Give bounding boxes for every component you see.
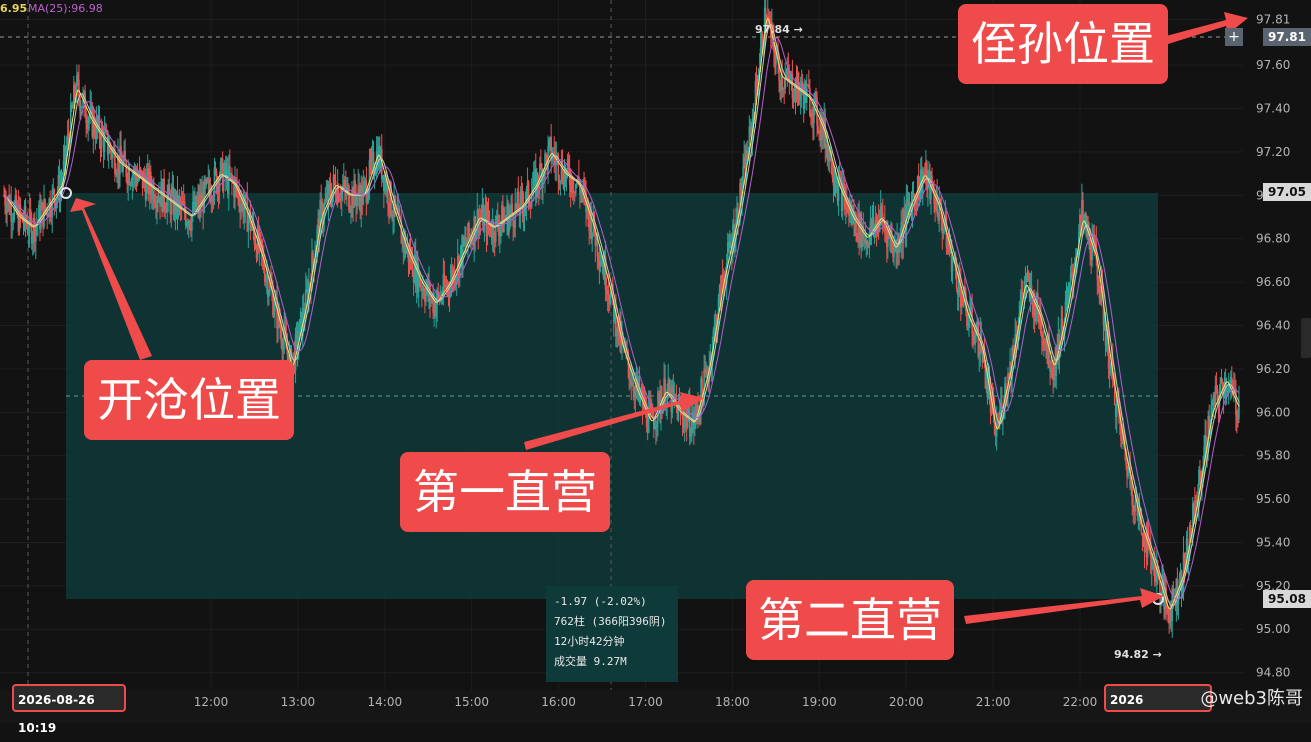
y-tick-label: 96.80 [1256, 232, 1290, 246]
candle-body [511, 203, 513, 214]
ma25-legend: MA(25):96.98 [28, 2, 103, 15]
low-price-tag: 95.08 [1263, 590, 1311, 608]
x-tick-label: 20:00 [889, 695, 924, 709]
stats-duration: 12小时42分钟 [554, 635, 625, 648]
entry-price-tag: 97.05 [1263, 183, 1311, 201]
x-tick-label: 16:00 [541, 695, 576, 709]
y-tick-label: 96.00 [1256, 405, 1290, 419]
add-alert-icon[interactable]: + [1225, 28, 1243, 46]
y-tick-label: 97.40 [1256, 101, 1290, 115]
scroll-handle[interactable] [1301, 318, 1311, 358]
end-date-box: 2026 [1104, 684, 1212, 712]
x-tick-label: 18:00 [715, 695, 750, 709]
x-tick-label: 19:00 [802, 695, 837, 709]
x-tick-label: 15:00 [454, 695, 489, 709]
y-tick-label: 96.40 [1256, 318, 1290, 332]
watermark: @web3陈哥 [1200, 688, 1303, 709]
candle-body [1134, 500, 1137, 512]
y-tick-label: 97.81 [1256, 13, 1290, 27]
prev-value: 6.95 [0, 2, 28, 15]
stop-price-tag: 97.81 [1263, 28, 1311, 46]
y-tick-label: 94.80 [1256, 666, 1290, 680]
x-tick-label: 17:00 [628, 695, 663, 709]
start-date-box: 2026-08-26 10:19 [12, 684, 126, 735]
stats-change: -1.97 (-2.02%) [554, 595, 647, 608]
x-tick-label: 13:00 [281, 695, 316, 709]
stats-volume: 成交量 9.27M [554, 655, 627, 668]
entry-callout: 开沧位置 [84, 360, 294, 440]
y-tick-label: 95.60 [1256, 492, 1290, 506]
y-tick-label: 96.20 [1256, 362, 1290, 376]
range-stats-box: -1.97 (-2.02%) 762柱 (366阳396阴) 12小时42分钟 … [546, 586, 678, 682]
x-tick-label: 21:00 [976, 695, 1011, 709]
high-annotation: 97.84 → [755, 23, 803, 36]
y-tick-label: 96.60 [1256, 275, 1290, 289]
y-tick-label: 97.20 [1256, 145, 1290, 159]
x-tick-label: 22:00 [1063, 695, 1098, 709]
y-tick-label: 95.40 [1256, 535, 1290, 549]
y-tick-label: 95.00 [1256, 622, 1290, 636]
x-tick-label: 14:00 [368, 695, 403, 709]
x-tick-label: 12:00 [194, 695, 229, 709]
first-stop-callout: 第一直营 [400, 452, 610, 532]
low-annotation: 94.82 → [1114, 648, 1162, 661]
y-tick-label: 97.60 [1256, 58, 1290, 72]
second-stop-callout: 第二直营 [746, 580, 954, 660]
stats-bars: 762柱 (366阳396阴) [554, 615, 667, 628]
y-tick-label: 95.80 [1256, 449, 1290, 463]
candle-body [312, 252, 314, 262]
candle-body [817, 125, 819, 131]
stop-loss-callout: 侄孙位置 [958, 4, 1168, 84]
